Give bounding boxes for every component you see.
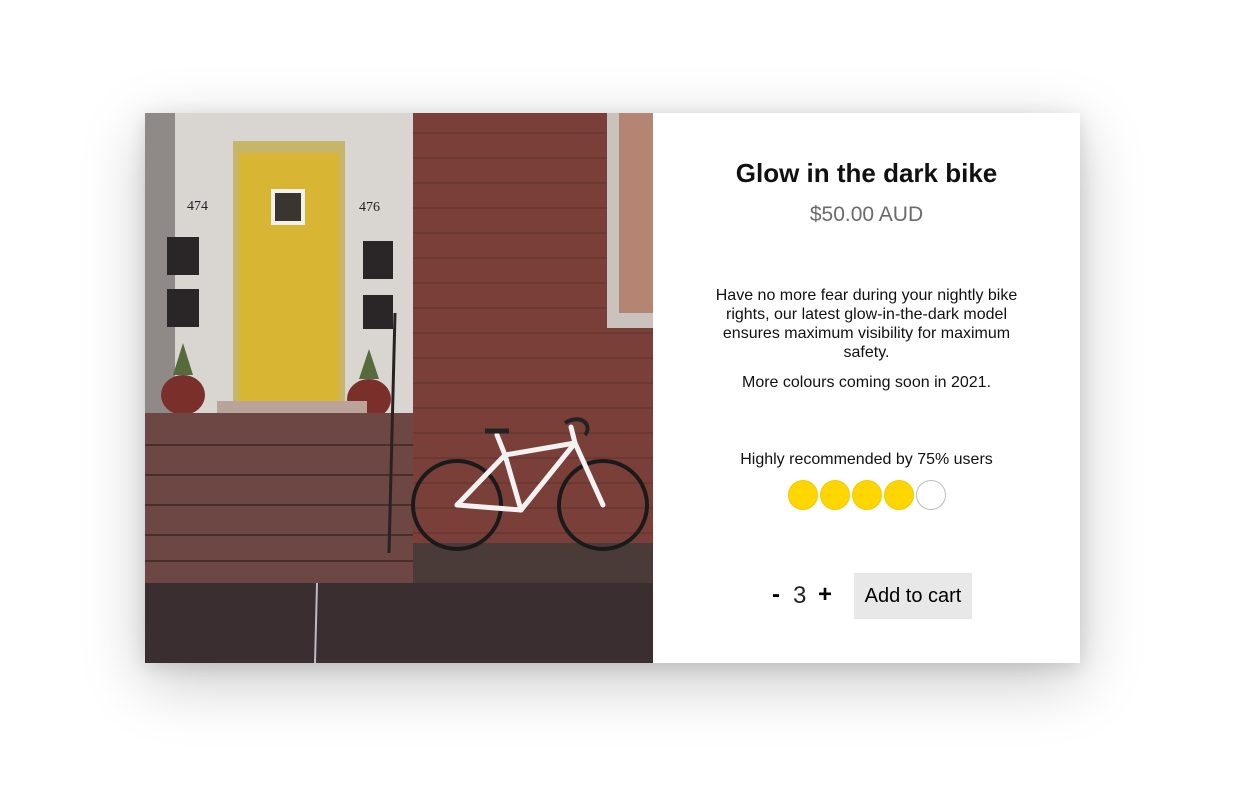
rating-dot	[915, 480, 946, 510]
increment-button[interactable]: +	[818, 581, 832, 609]
rating-dot	[883, 480, 914, 510]
recommendation-text: Highly recommended by 75% users	[740, 451, 993, 468]
quantity-value: 3	[793, 582, 807, 609]
house-number-right: 476	[359, 200, 380, 215]
add-to-cart-button[interactable]: Add to cart	[854, 573, 972, 619]
house-number-left: 474	[187, 199, 208, 214]
decrement-button[interactable]: -	[772, 581, 780, 609]
rating-dot	[787, 480, 818, 510]
rating-stars	[653, 480, 1080, 510]
product-title: Glow in the dark bike	[735, 158, 998, 188]
product-price: $50.00 AUD	[809, 203, 924, 226]
rating-dot	[851, 480, 882, 510]
rating-dot	[819, 480, 850, 510]
product-photo: 474 476	[145, 113, 653, 663]
product-card: 474 476 Glow in the dark bike $50.00 AUD…	[145, 113, 1080, 663]
product-description: Have no more fear during your nightly bi…	[715, 287, 1018, 361]
product-availability-note: More colours coming soon in 2021.	[741, 374, 992, 391]
quantity-controls: - 3 + Add to cart	[653, 573, 1080, 619]
product-details: Glow in the dark bike $50.00 AUD Have no…	[653, 113, 1080, 663]
